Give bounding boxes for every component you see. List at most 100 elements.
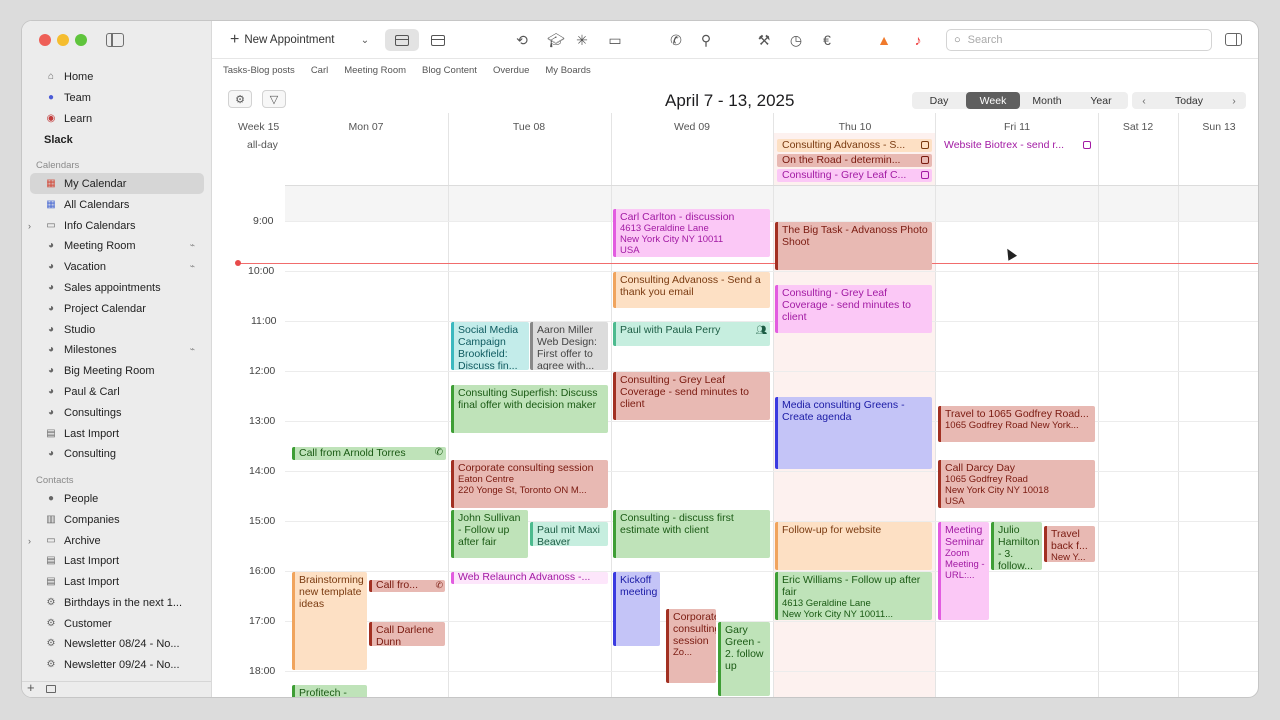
sidebar-item-birthdays[interactable]: ⚙ Birthdays in the next 1... <box>30 592 204 613</box>
euro-icon[interactable]: € <box>817 31 837 49</box>
event[interactable]: Travel back f... New Y... <box>1044 526 1095 562</box>
routing-icon[interactable]: ⚲ <box>696 31 716 49</box>
calendar-view-button[interactable] <box>385 29 419 51</box>
announcement-icon[interactable]: ▲ <box>874 31 894 49</box>
event[interactable]: Julio Hamilton - 3. follow... <box>991 522 1042 570</box>
event[interactable]: Carl Carlton - discussion 4613 Geraldine … <box>613 209 770 257</box>
event[interactable]: Consulting - Grey Leaf Coverage - send m… <box>775 285 932 333</box>
favorite-blog-content[interactable]: Blog Content <box>422 65 477 76</box>
chevron-down-icon[interactable]: ⌄ <box>359 31 371 49</box>
allday-event[interactable]: On the Road - determin... <box>777 154 932 167</box>
sidebar-item-project-calendar[interactable]: ◕ Project Calendar <box>30 298 204 319</box>
sidebar-item-newsletter-09[interactable]: ⚙ Newsletter 09/24 - No... <box>30 654 204 675</box>
list-view-button[interactable] <box>421 29 455 51</box>
tab-year[interactable]: Year <box>1074 92 1128 109</box>
allday-event[interactable]: Consulting Advanoss - S... <box>777 139 932 152</box>
sidebar-item-home[interactable]: ⌂ Home <box>30 66 204 87</box>
event[interactable]: Brainstorming new template ideas <box>292 572 367 670</box>
sidebar-item-all-calendars[interactable]: ▦ All Calendars <box>30 194 204 215</box>
event[interactable]: Call fro... ✆ <box>369 580 445 592</box>
event[interactable]: The Big Task - Advanoss Photo Shoot <box>775 222 932 270</box>
event[interactable]: Consulting - Grey Leaf Coverage - send m… <box>613 372 770 420</box>
sidebar-item-consultings[interactable]: ◕ Consultings <box>30 402 204 423</box>
sparkle-icon[interactable]: ✳ <box>572 31 592 49</box>
today-button[interactable]: Today <box>1156 95 1222 107</box>
sidebar-item-archive[interactable]: › ▭ Archive <box>28 530 204 551</box>
layout-icon[interactable]: ▭ <box>604 31 626 49</box>
event[interactable]: Web Relaunch Advanoss -... <box>451 572 608 584</box>
event[interactable]: Call from Arnold Torres ✆ <box>292 447 446 460</box>
phone-icon[interactable]: ✆ <box>666 31 686 49</box>
event[interactable]: Gary Green - 2. follow up <box>718 622 770 696</box>
event[interactable]: Meeting Seminar Zoom Meeting -URL:... <box>938 522 989 620</box>
sidebar-item-my-calendar[interactable]: ▦ My Calendar <box>30 173 204 194</box>
sidebar-item-big-meeting-room[interactable]: ◕ Big Meeting Room <box>30 360 204 381</box>
tab-day[interactable]: Day <box>912 92 966 109</box>
add-icon[interactable]: + <box>27 680 35 695</box>
sidebar-item-last-import-2[interactable]: ▤ Last Import <box>30 571 204 592</box>
checkbox-icon[interactable] <box>1083 141 1091 149</box>
event[interactable]: Consulting Superfish: Discuss final offe… <box>451 385 608 433</box>
sidebar-item-companies[interactable]: ▥ Companies <box>30 509 204 530</box>
new-appointment-button[interactable]: + New Appointment <box>230 31 334 49</box>
favorite-meeting-room[interactable]: Meeting Room <box>344 65 406 76</box>
task-icon[interactable]: ⟲ <box>512 31 532 49</box>
sidebar-item-customer[interactable]: ⚙ Customer <box>30 613 204 634</box>
favorite-carl[interactable]: Carl <box>311 65 328 76</box>
sidebar-toggle-icon[interactable] <box>106 33 124 47</box>
sidebar-item-paul-carl[interactable]: ◕ Paul & Carl <box>30 381 204 402</box>
favorite-tasks-blog-posts[interactable]: Tasks-Blog posts <box>223 65 295 76</box>
event[interactable]: Travel to 1065 Godfrey Road... 1065 Godfr… <box>938 406 1095 442</box>
event[interactable]: Corporate consulting session Eaton Centre… <box>451 460 608 508</box>
tab-month[interactable]: Month <box>1020 92 1074 109</box>
checkbox-icon[interactable] <box>921 141 929 149</box>
next-week-chevron-icon[interactable]: › <box>1222 95 1246 107</box>
event[interactable]: Social Media Campaign Brookfield: Discus… <box>451 322 529 370</box>
calendar-small-icon[interactable] <box>46 685 56 693</box>
sidebar-item-last-import[interactable]: ▤ Last Import <box>30 423 204 444</box>
event[interactable]: Consulting Advanoss - Send a thank you e… <box>613 272 770 308</box>
sidebar-item-studio[interactable]: ◕ Studio <box>30 319 204 340</box>
sidebar-item-vacation[interactable]: ◕ Vacation ⌁ <box>30 256 204 277</box>
sidebar-item-people[interactable]: ● People <box>30 488 204 509</box>
inspector-toggle-icon[interactable] <box>1225 33 1242 46</box>
event[interactable]: Corporate consulting session Zo... <box>666 609 716 683</box>
event[interactable]: Call Darlene Dunn <box>369 622 445 646</box>
graduation-cap-icon[interactable]: 🎓︎ <box>546 31 566 49</box>
minimize-window-button[interactable] <box>57 34 69 46</box>
sidebar-item-last-import-1[interactable]: ▤ Last Import <box>30 550 204 571</box>
sidebar-item-meeting-room[interactable]: ◕ Meeting Room ⌁ <box>30 235 204 256</box>
filter-icon[interactable]: ▽ <box>262 90 286 108</box>
event[interactable]: Paul mit Maxi Beaver <box>530 522 608 546</box>
sidebar-item-consulting[interactable]: ◕ Consulting <box>30 443 204 464</box>
allday-event[interactable]: Consulting - Grey Leaf C... <box>777 169 932 182</box>
previous-week-chevron-icon[interactable]: ‹ <box>1132 95 1156 107</box>
event[interactable]: Call Darcy Day 1065 Godfrey Road New York … <box>938 460 1095 508</box>
bell-icon[interactable]: ♪ <box>908 31 928 49</box>
event[interactable]: Aaron Miller Web Design: First offer to … <box>530 322 608 370</box>
tools-icon[interactable]: ⚒ <box>754 31 774 49</box>
checkbox-icon[interactable] <box>921 171 929 179</box>
sidebar-item-info-calendars[interactable]: › ▭ Info Calendars <box>28 215 204 236</box>
sidebar-item-milestones[interactable]: ◕ Milestones ⌁ <box>30 339 204 360</box>
settings-gear-icon[interactable]: ⚙ <box>228 90 252 108</box>
event[interactable]: Profitech - <box>292 685 367 697</box>
event[interactable]: Kickoff meeting <box>613 572 660 646</box>
sidebar-item-newsletter-08[interactable]: ⚙ Newsletter 08/24 - No... <box>30 633 204 654</box>
disclosure-chevron-icon[interactable]: › <box>28 221 31 231</box>
event[interactable]: Paul with Paula Perry 👥︎ <box>613 322 770 346</box>
favorite-my-boards[interactable]: My Boards <box>545 65 590 76</box>
sidebar-item-team[interactable]: ● Team <box>30 87 204 108</box>
event[interactable]: Follow-up for website <box>775 522 932 570</box>
allday-event[interactable]: Website Biotrex - send r... <box>939 139 1094 152</box>
zoom-window-button[interactable] <box>75 34 87 46</box>
close-window-button[interactable] <box>39 34 51 46</box>
tab-week[interactable]: Week <box>966 92 1020 109</box>
sidebar-item-learn[interactable]: ◉ Learn <box>30 108 204 129</box>
sidebar-item-slack[interactable]: Slack <box>30 129 204 150</box>
timer-icon[interactable]: ◷ <box>786 31 806 49</box>
checkbox-icon[interactable] <box>921 156 929 164</box>
disclosure-chevron-icon[interactable]: › <box>28 536 31 546</box>
sidebar-item-sales-appointments[interactable]: ◕ Sales appointments <box>30 277 204 298</box>
search-field[interactable]: ○ Search <box>946 29 1212 51</box>
